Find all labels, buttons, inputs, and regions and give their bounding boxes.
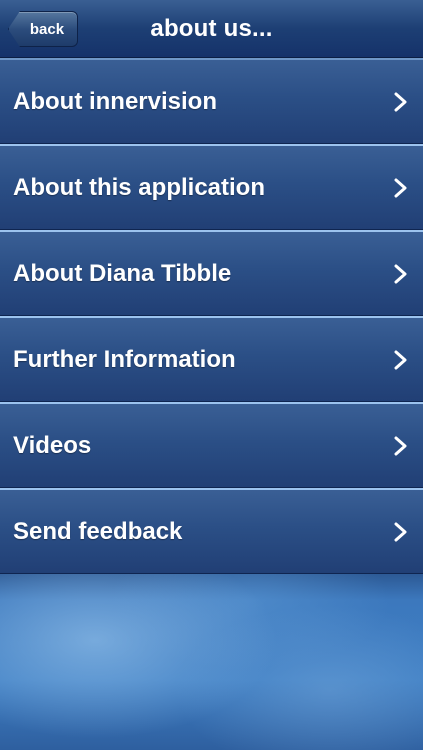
chevron-right-icon <box>394 350 407 369</box>
menu-item-label: Videos <box>13 431 92 459</box>
menu-item-label: About Diana Tibble <box>13 259 232 287</box>
menu-item-videos[interactable]: Videos <box>0 402 423 488</box>
chevron-right-icon <box>394 522 407 541</box>
background-area <box>0 574 423 750</box>
chevron-right-icon <box>394 264 407 283</box>
menu-item-about-diana-tibble[interactable]: About Diana Tibble <box>0 230 423 316</box>
menu-item-label: Send feedback <box>13 517 183 545</box>
menu-item-further-information[interactable]: Further Information <box>0 316 423 402</box>
chevron-right-icon <box>394 92 407 111</box>
menu-item-label: About innervision <box>13 87 217 115</box>
chevron-right-icon <box>394 178 407 197</box>
menu-item-send-feedback[interactable]: Send feedback <box>0 488 423 574</box>
navigation-bar: back about us... <box>0 0 423 58</box>
menu-list: About innervision About this application… <box>0 58 423 574</box>
menu-item-about-innervision[interactable]: About innervision <box>0 58 423 144</box>
menu-item-label: Further Information <box>13 345 236 373</box>
chevron-right-icon <box>394 436 407 455</box>
menu-item-label: About this application <box>13 173 265 201</box>
menu-item-about-this-application[interactable]: About this application <box>0 144 423 230</box>
page-title: about us... <box>150 15 273 42</box>
